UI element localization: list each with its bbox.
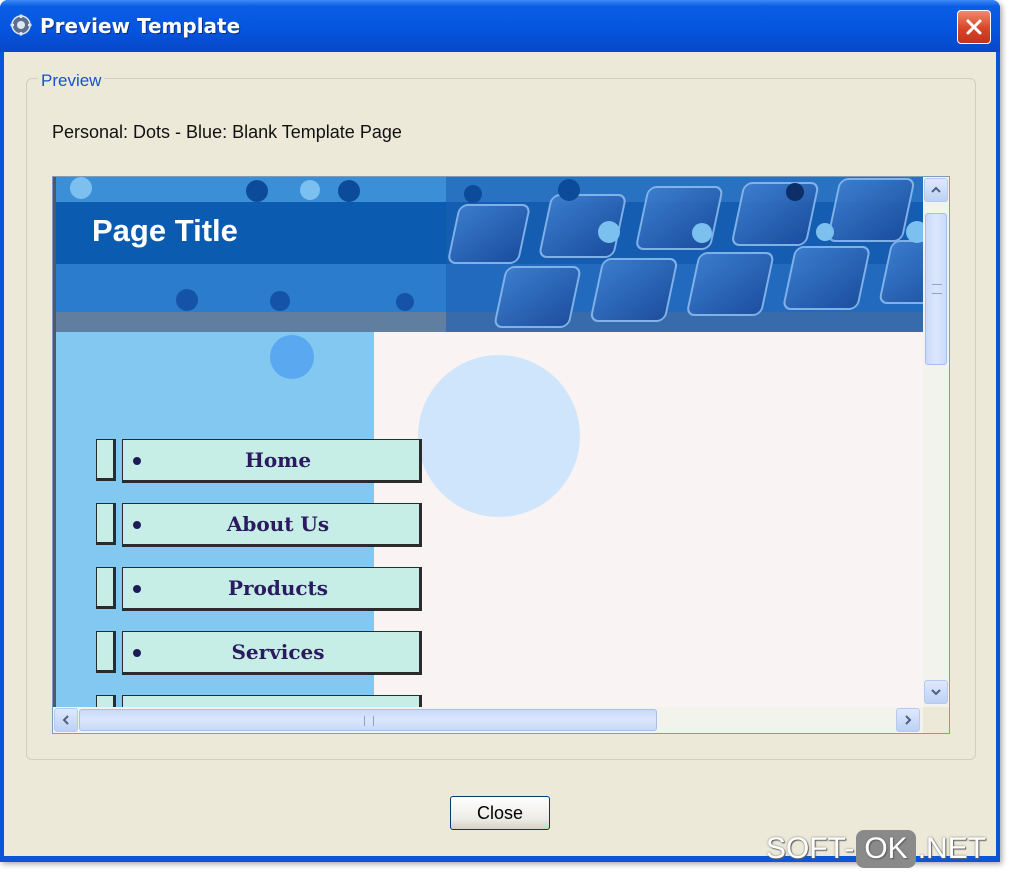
watermark-left: SOFT- <box>766 832 855 865</box>
nav-tab <box>96 439 116 481</box>
banner-dot <box>464 185 482 203</box>
chevron-left-icon <box>62 715 69 725</box>
vertical-scrollbar[interactable] <box>923 177 949 707</box>
banner-dot <box>816 223 834 241</box>
watermark-box: OK <box>856 830 916 868</box>
close-button[interactable]: Close <box>450 796 550 830</box>
preview-banner: Page Title <box>56 177 923 332</box>
window-title: Preview Template <box>40 14 241 38</box>
vertical-scroll-thumb[interactable] <box>925 213 947 365</box>
banner-dot <box>906 221 923 243</box>
title-bar[interactable]: Preview Template <box>0 0 1000 52</box>
horizontal-scroll-thumb[interactable] <box>79 709 657 731</box>
preview-nav-partial[interactable] <box>96 695 422 707</box>
decorative-circle-large <box>418 355 580 517</box>
scroll-left-button[interactable] <box>54 708 78 732</box>
nav-label: Home <box>244 448 312 472</box>
preview-viewport: Page Title Home About Us Products Servic… <box>53 177 923 707</box>
banner-dot <box>396 293 414 311</box>
banner-dot <box>692 223 712 243</box>
banner-dot <box>270 291 290 311</box>
nav-button: About Us <box>122 503 422 547</box>
nav-label: Services <box>231 640 325 664</box>
template-preview-pane[interactable]: Page Title Home About Us Products Servic… <box>52 176 950 734</box>
nav-button: Home <box>122 439 422 483</box>
nav-button: Services <box>122 631 422 675</box>
watermark-right: .NET <box>917 832 987 865</box>
preview-nav-services[interactable]: Services <box>96 631 422 675</box>
scrollbar-corner <box>923 707 949 733</box>
preview-nav-about-us[interactable]: About Us <box>96 503 422 547</box>
banner-dot <box>338 180 360 202</box>
banner-dot <box>70 177 92 199</box>
window-close-button[interactable] <box>957 10 991 44</box>
scroll-right-button[interactable] <box>896 708 920 732</box>
chevron-right-icon <box>905 715 912 725</box>
preview-nav-products[interactable]: Products <box>96 567 422 611</box>
nav-tab <box>96 503 116 545</box>
preview-page-title: Page Title <box>92 213 238 248</box>
gear-icon <box>10 14 32 36</box>
scroll-up-button[interactable] <box>924 178 948 202</box>
grip-icon <box>932 284 942 294</box>
watermark: SOFT- OK .NET <box>766 826 986 872</box>
banner-dot <box>558 179 580 201</box>
keyboard-image <box>446 177 923 332</box>
banner-dot <box>246 180 268 202</box>
nav-button <box>122 695 422 707</box>
decorative-circle <box>270 335 314 379</box>
horizontal-scrollbar[interactable] <box>53 707 923 733</box>
chevron-up-icon <box>931 186 941 193</box>
banner-dot <box>300 180 320 200</box>
dialog-client-area: Preview Personal: Dots - Blue: Blank Tem… <box>4 52 996 856</box>
preview-template-window: Preview Template Preview Personal: Dots … <box>0 0 1000 862</box>
grip-icon <box>364 716 374 726</box>
nav-tab <box>96 631 116 673</box>
preview-group-label: Preview <box>38 71 105 91</box>
nav-label: Products <box>227 576 329 600</box>
banner-dot <box>598 221 620 243</box>
banner-dot <box>176 289 198 311</box>
scroll-down-button[interactable] <box>924 680 948 704</box>
nav-tab <box>96 695 116 707</box>
nav-button: Products <box>122 567 422 611</box>
nav-tab <box>96 567 116 609</box>
chevron-down-icon <box>931 689 941 696</box>
nav-label: About Us <box>226 512 330 536</box>
banner-dot <box>786 183 804 201</box>
preview-nav-home[interactable]: Home <box>96 439 422 483</box>
close-icon <box>966 19 982 35</box>
template-name-label: Personal: Dots - Blue: Blank Template Pa… <box>52 122 402 142</box>
